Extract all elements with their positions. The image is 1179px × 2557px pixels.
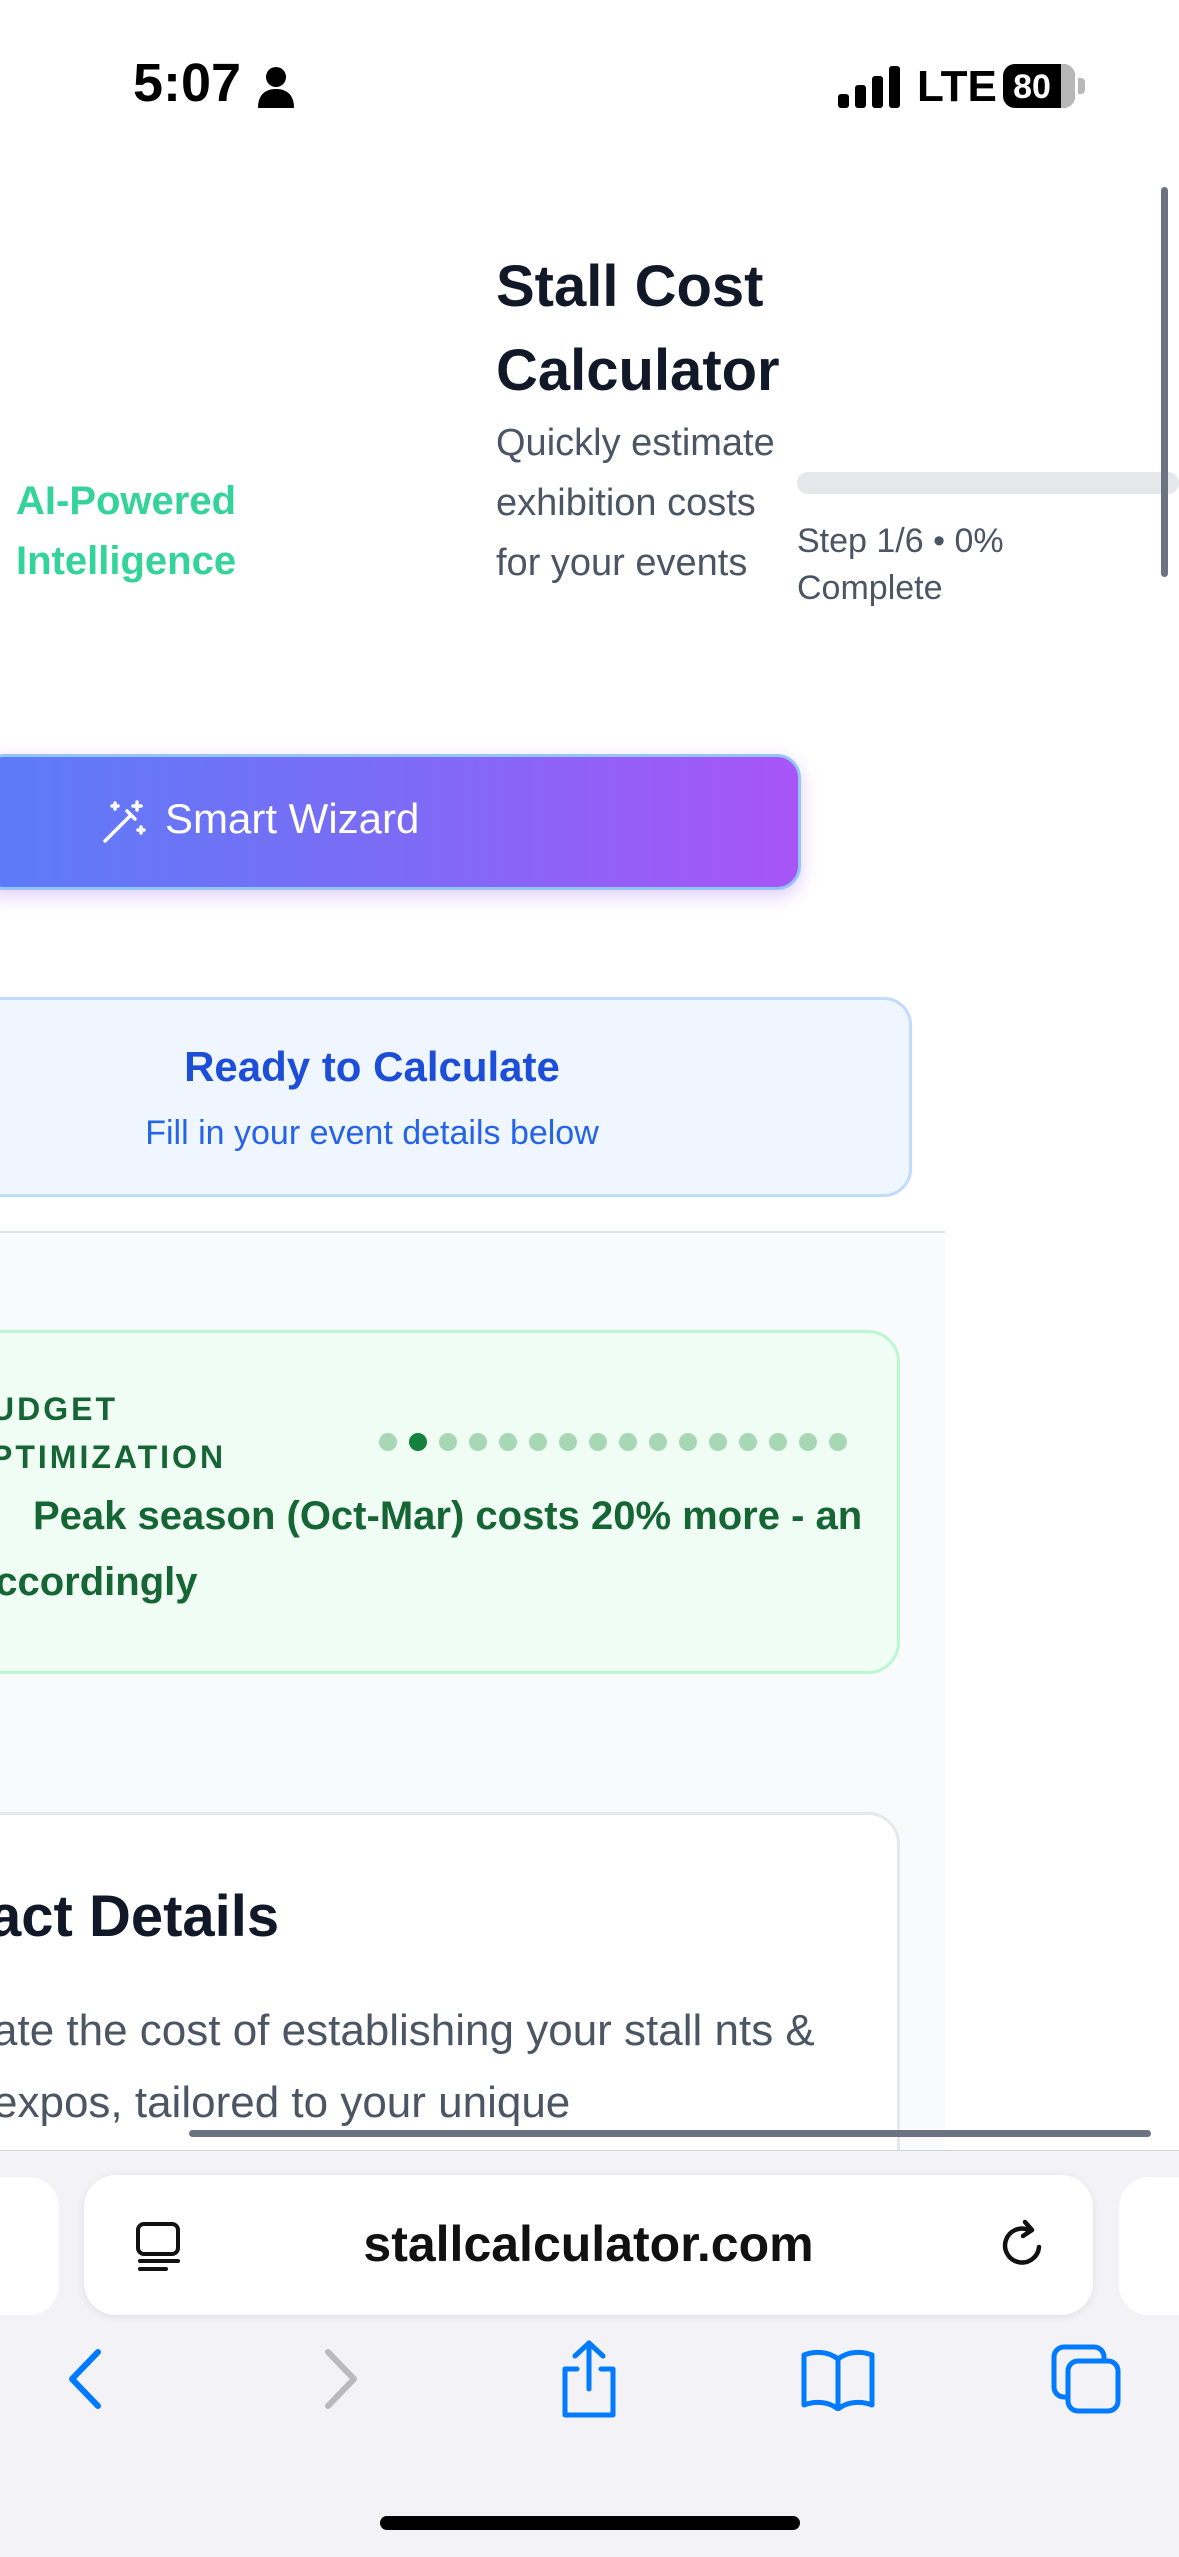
ready-title: Ready to Calculate <box>184 1043 560 1090</box>
pagination-dot[interactable] <box>709 1433 727 1451</box>
share-icon <box>562 2340 616 2418</box>
signal-icon <box>838 66 900 108</box>
vertical-scrollbar[interactable] <box>1161 187 1168 577</box>
smart-wizard-button[interactable]: Smart Wizard <box>0 754 801 890</box>
pagination-dot[interactable] <box>409 1433 427 1451</box>
tip-heading: UDGET PTIMIZATION <box>0 1391 227 1475</box>
browser-toolbar: stallcalculator.com <box>0 2150 1179 2557</box>
reload-icon[interactable] <box>995 2217 1051 2273</box>
pagination-dot[interactable] <box>379 1433 397 1451</box>
ready-subtitle: Fill in your event details below <box>145 1114 599 1152</box>
progress-text: Step 1/6 • 0% Complete <box>797 522 1004 607</box>
pagination-dot[interactable] <box>469 1433 487 1451</box>
person-icon <box>258 67 294 108</box>
magic-wand-icon <box>103 800 146 843</box>
address-bar[interactable]: stallcalculator.com <box>84 2175 1093 2315</box>
pagination-dot[interactable] <box>739 1433 757 1451</box>
forward-button[interactable] <box>300 2339 380 2419</box>
details-title: act Details <box>0 1884 280 1949</box>
budget-tip-card: UDGET PTIMIZATION Peak season (Oct-Mar) … <box>0 1330 900 1674</box>
pagination-dot[interactable] <box>439 1433 457 1451</box>
pagination-dot[interactable] <box>619 1433 637 1451</box>
pagination-dot[interactable] <box>799 1433 817 1451</box>
home-indicator[interactable] <box>380 2516 800 2530</box>
pagination-dot[interactable] <box>559 1433 577 1451</box>
page-title: Stall Cost Calculator <box>496 254 780 403</box>
ready-section: Ready to Calculate Fill in your event de… <box>0 959 945 1233</box>
previous-tab-preview[interactable] <box>0 2177 59 2315</box>
url-text: stallcalculator.com <box>363 2216 814 2272</box>
pagination-dot[interactable] <box>529 1433 547 1451</box>
page-subtitle: Quickly estimate exhibition costs for yo… <box>496 422 775 584</box>
back-button[interactable] <box>46 2339 126 2419</box>
status-time: 5:07 <box>133 53 242 113</box>
horizontal-scrollbar[interactable] <box>189 2130 1151 2137</box>
pagination-dot[interactable] <box>499 1433 517 1451</box>
network-type: LTE <box>917 62 997 111</box>
pagination-dot[interactable] <box>649 1433 667 1451</box>
status-bar: 5:07 LTE 80 <box>0 0 1179 175</box>
tip-text: Peak season (Oct-Mar) costs 20% more - a… <box>0 1494 863 1604</box>
tabs-icon <box>1051 2344 1121 2414</box>
battery-icon: 80 <box>1003 64 1085 108</box>
back-icon <box>69 2349 101 2409</box>
tabs-button[interactable] <box>1046 2339 1126 2419</box>
forward-icon <box>325 2349 357 2409</box>
bookmarks-button[interactable] <box>798 2339 878 2419</box>
battery-level: 80 <box>1013 68 1051 106</box>
pagination-dot[interactable] <box>589 1433 607 1451</box>
pagination-dot[interactable] <box>679 1433 697 1451</box>
ai-powered-label: AI-Powered Intelligence <box>16 479 237 583</box>
progress-bar <box>797 472 1179 494</box>
pagination-dot[interactable] <box>769 1433 787 1451</box>
smart-wizard-label: Smart Wizard <box>165 795 420 842</box>
pagination-dot[interactable] <box>829 1433 847 1451</box>
web-page[interactable]: AI-Powered Intelligence Stall Cost Calcu… <box>0 175 1179 2238</box>
next-tab-preview[interactable] <box>1119 2177 1179 2315</box>
header-card: AI-Powered Intelligence Stall Cost Calcu… <box>0 175 1179 961</box>
details-body: ate the cost of establishing your stall … <box>0 2006 815 2127</box>
share-button[interactable] <box>549 2339 629 2419</box>
ready-card: Ready to Calculate Fill in your event de… <box>0 997 912 1197</box>
bookmarks-icon <box>801 2349 875 2411</box>
